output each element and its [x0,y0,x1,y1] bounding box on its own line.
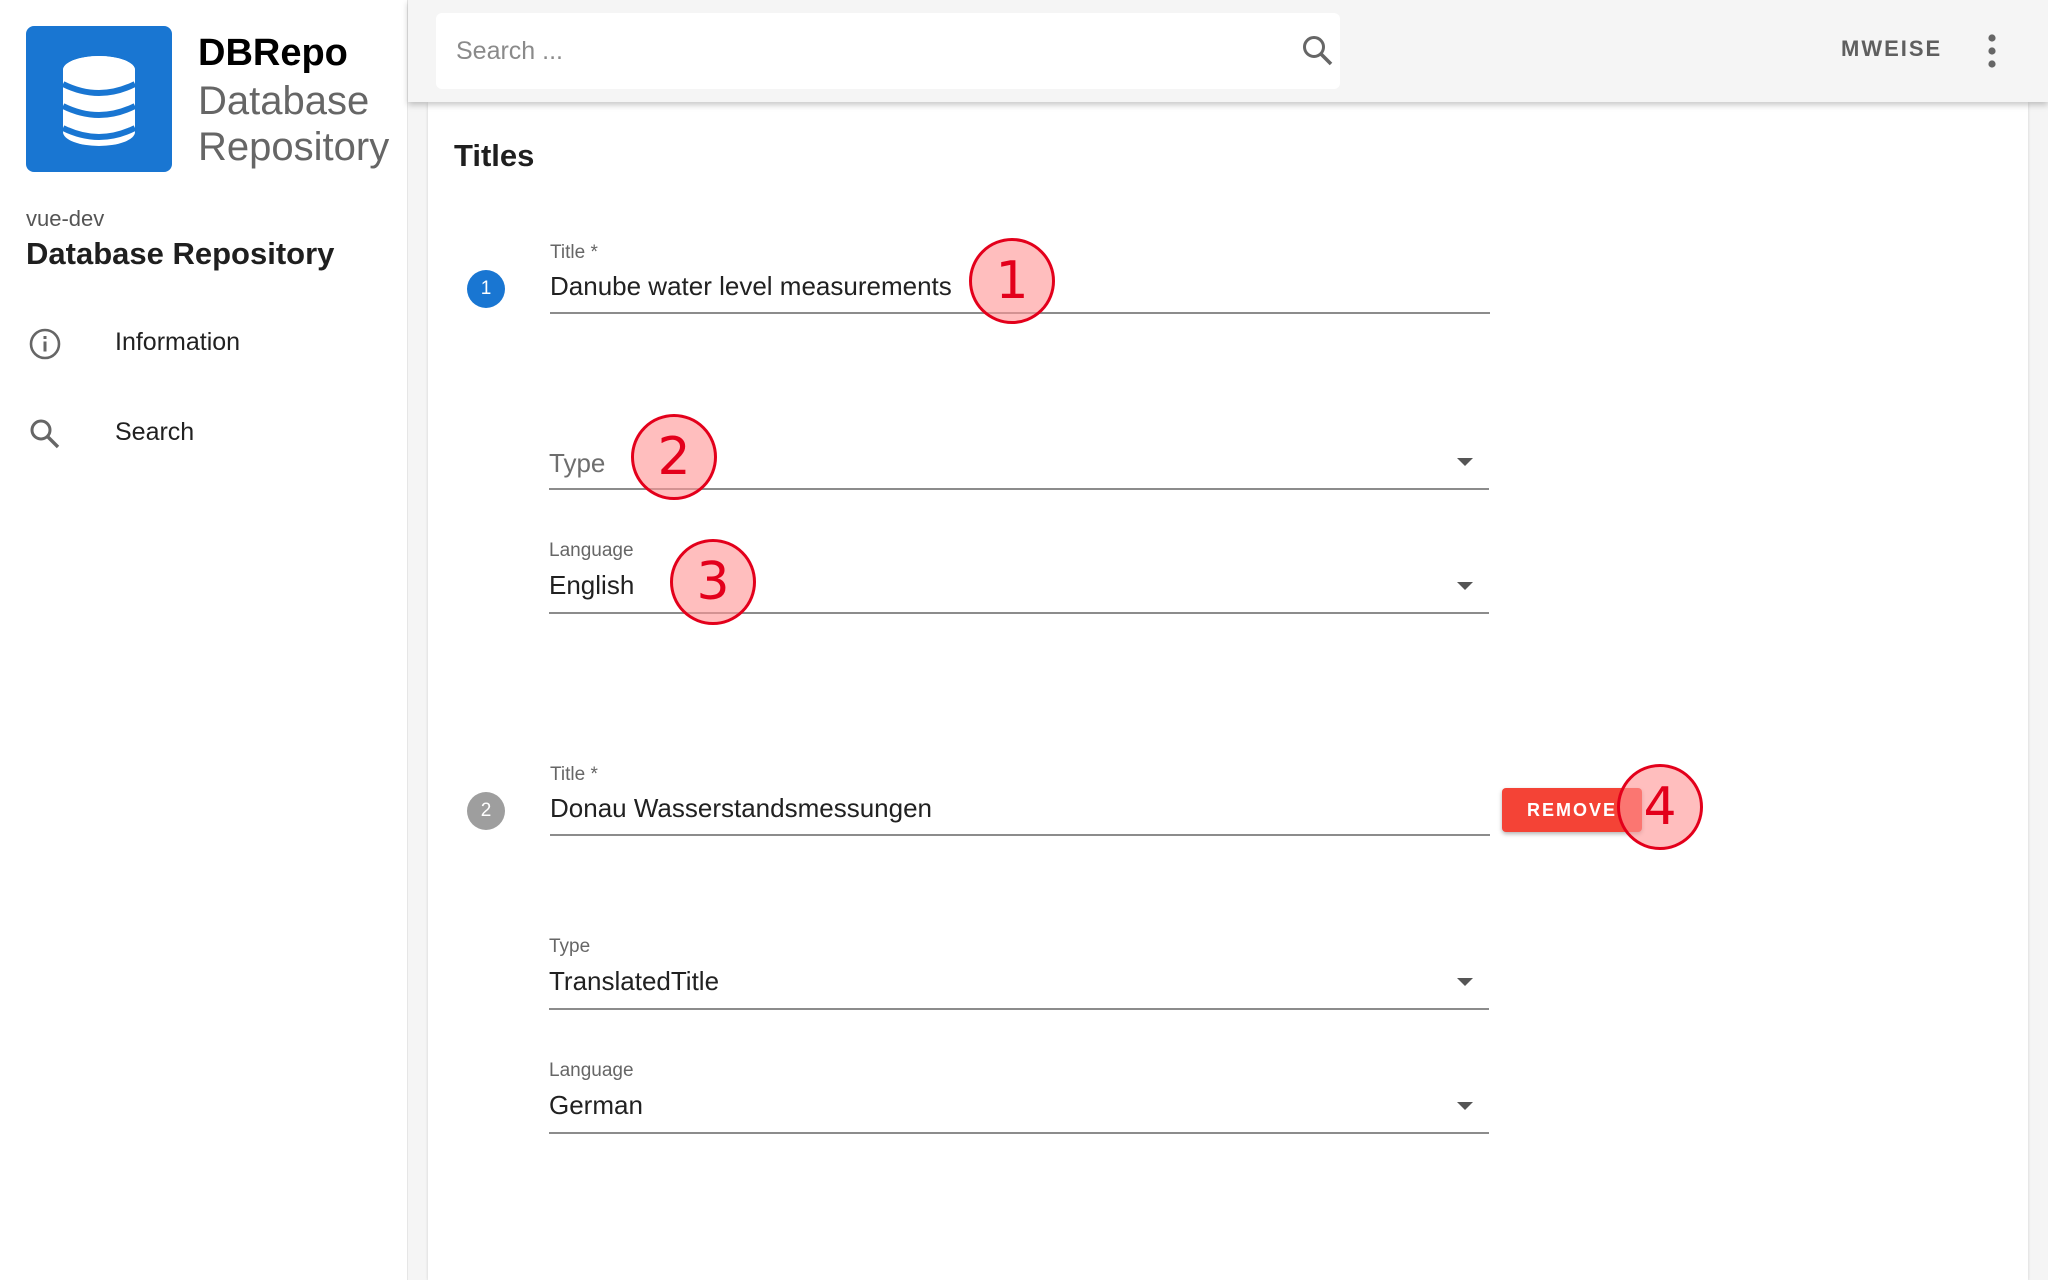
language-value: German [549,1090,643,1120]
title-label: Title * [550,242,598,263]
sidebar-item-label: Search [115,418,195,446]
top-app-bar: MWEISE [408,0,2048,102]
type-label: Type [549,448,606,478]
title-field: Title * [550,762,1490,836]
titles-card: Titles 1 Title * Type Language English 2… [428,102,2028,1280]
annotation-marker: 1 [969,238,1055,324]
step-badge: 1 [467,270,505,308]
dots-vertical-icon[interactable] [1987,32,1997,75]
annotation-marker: 2 [631,414,717,500]
type-label: Type [549,936,591,957]
language-select[interactable]: Language German [549,1058,1489,1134]
sidebar-item-search[interactable]: Search [0,398,407,468]
language-label: Language [549,1060,634,1081]
sidebar-item-information[interactable]: Information [0,308,407,378]
search-field [436,13,1340,89]
instance-name: vue-dev [26,206,105,231]
title-label: Title * [550,764,598,785]
brand-name: DBRepo [198,32,348,74]
section-title: Titles [454,138,535,173]
language-value: English [549,570,635,600]
chevron-down-icon [1457,458,1473,466]
title-input[interactable] [550,790,1430,826]
repository-title: Database Repository [26,236,335,271]
sidebar: DBRepo Database Repository vue-dev Datab… [0,0,408,1280]
info-circle-icon [28,327,62,366]
database-logo-icon [26,26,172,172]
annotation-marker: 3 [670,539,756,625]
search-input[interactable] [454,13,1254,89]
type-select[interactable]: Type TranslatedTitle [549,934,1489,1010]
sidebar-item-label: Information [115,328,241,356]
search-icon [28,417,62,456]
chevron-down-icon [1457,1102,1473,1110]
language-label: Language [549,540,634,561]
search-icon[interactable] [1300,33,1336,74]
chevron-down-icon [1457,978,1473,986]
step-badge: 2 [467,792,505,830]
type-value: TranslatedTitle [549,966,720,996]
chevron-down-icon [1457,582,1473,590]
user-menu-button[interactable]: MWEISE [1841,36,1942,62]
brand-subtitle: Database Repository [198,79,390,169]
annotation-marker: 4 [1617,764,1703,850]
